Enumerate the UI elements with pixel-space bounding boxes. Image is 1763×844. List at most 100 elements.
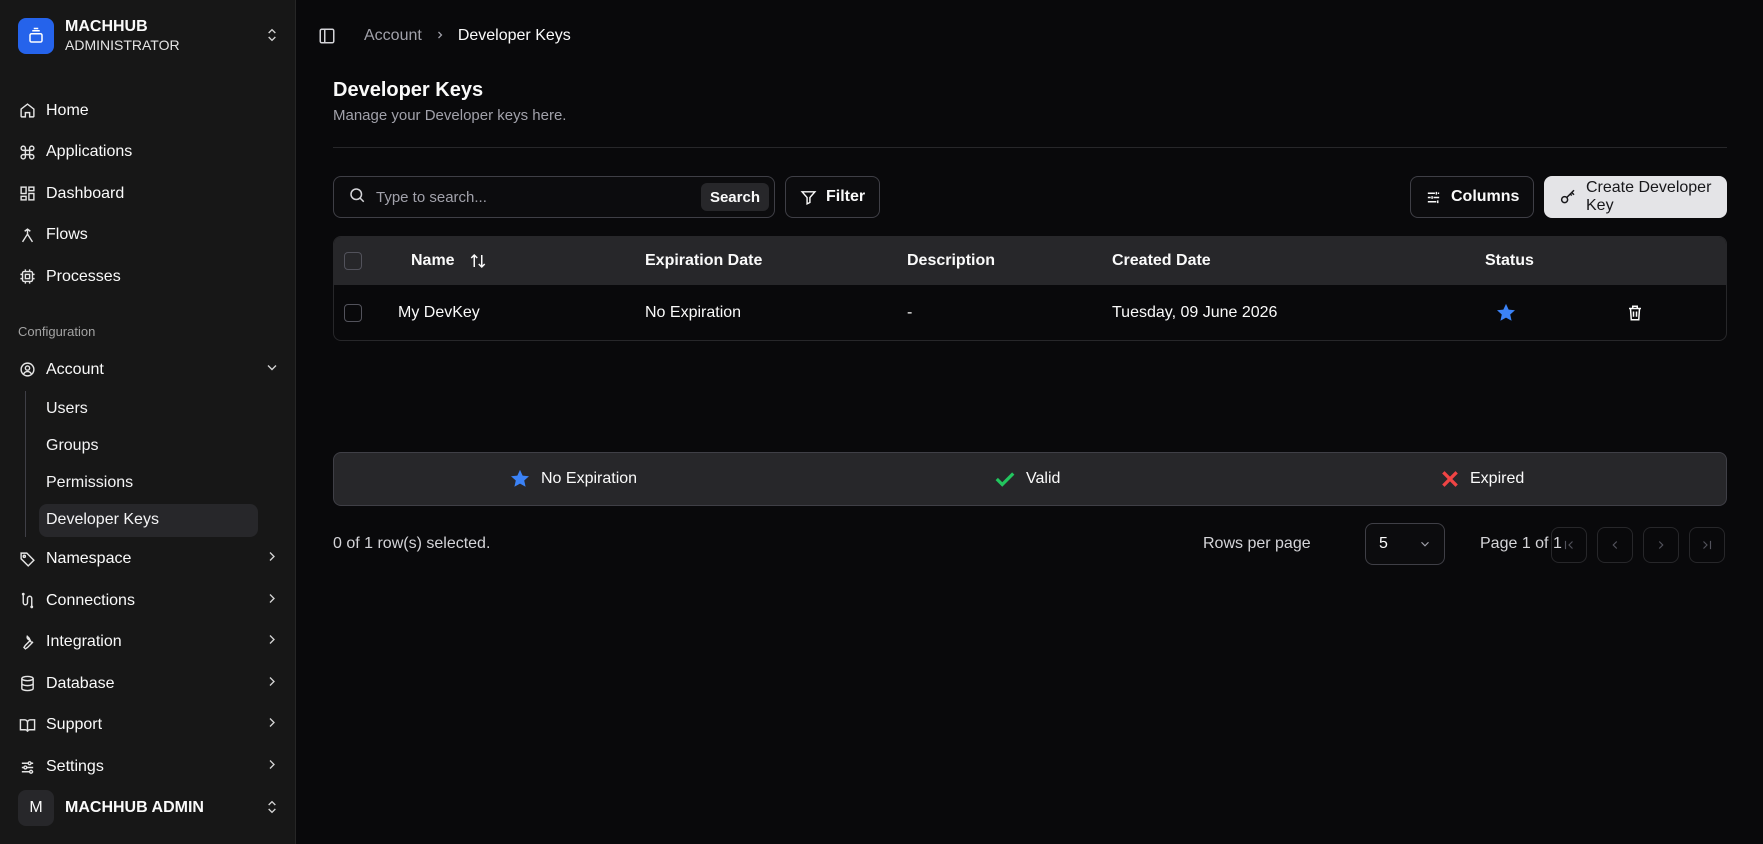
sidebar-toggle-icon[interactable] [318,27,336,45]
legend-valid: Valid [994,468,1060,490]
nav-item-label: Account [46,360,104,378]
column-status[interactable]: Status [1485,252,1534,270]
subnav-item-developer-keys[interactable]: Developer Keys [39,503,258,537]
wrench-icon [18,633,36,651]
chevrons-up-down-icon [264,799,280,820]
delete-trash-icon[interactable] [1626,304,1644,322]
user-menu[interactable]: M MACHHUB ADMIN [18,790,280,826]
check-icon [995,472,1015,487]
nav-item-label: Namespace [46,550,132,568]
brand-name: MACHHUB [65,18,148,35]
nav-item-label: Processes [46,267,121,285]
configuration-nav: Account Users Groups Permissions Develop… [18,349,280,776]
brand-role: ADMINISTRATOR [65,37,180,53]
x-icon [1442,471,1458,487]
database-icon [18,675,36,693]
row-created: Tuesday, 09 June 2026 [1112,303,1278,321]
subnav-item-users[interactable]: Users [39,391,280,428]
next-page-button[interactable] [1643,527,1679,563]
toolbar: Search Filter Columns Create Developer K… [333,176,1727,218]
nav-item-namespace[interactable]: Namespace [18,539,280,581]
search-box: Search [333,176,775,218]
column-created-date[interactable]: Created Date [1112,252,1211,270]
nav-item-dashboard[interactable]: Dashboard [18,173,280,215]
status-star-icon [1495,302,1517,324]
nav-item-flows[interactable]: Flows [18,215,280,257]
nav-item-label: Connections [46,591,135,609]
nav-item-database[interactable]: Database [18,663,280,705]
row-description: - [907,303,913,321]
last-page-button[interactable] [1689,527,1725,563]
divider [333,147,1727,148]
nav-item-label: Database [46,674,115,692]
nav-item-label: Integration [46,633,122,651]
nav-item-support[interactable]: Support [18,705,280,747]
breadcrumb-account[interactable]: Account [364,27,422,45]
row-name: My DevKey [398,303,480,321]
nav-item-label: Flows [46,226,88,244]
table-row[interactable]: My DevKey No Expiration - Tuesday, 09 Ju… [334,285,1726,340]
page-info: Page 1 of 1 [1480,535,1562,552]
command-icon [18,143,36,161]
column-description[interactable]: Description [907,252,995,270]
page-title: Developer Keys [333,79,484,101]
topbar: Account Developer Keys [318,27,571,45]
columns-label: Columns [1451,188,1520,205]
column-name[interactable]: Name [411,252,487,270]
breadcrumb-separator-icon [434,28,446,44]
connections-icon [18,592,36,610]
filter-button[interactable]: Filter [785,176,881,218]
selection-count: 0 of 1 row(s) selected. [333,535,491,552]
page-header: Developer Keys Manage your Developer key… [333,77,1727,124]
app-root: MACHHUB ADMINISTRATOR Home Applications … [0,0,1763,844]
nav-item-processes[interactable]: Processes [18,256,280,298]
column-expiration-date[interactable]: Expiration Date [645,252,762,270]
nav-item-applications[interactable]: Applications [18,132,280,174]
select-all-wrap [344,252,362,270]
nav-item-label: Applications [46,143,133,161]
workspace-switcher[interactable]: MACHHUB ADMINISTRATOR [18,18,280,54]
chevron-down-icon [264,359,280,380]
select-all-checkbox[interactable] [344,252,362,270]
rows-per-page-label: Rows per page [1203,535,1311,552]
chevron-right-icon [264,632,280,653]
book-icon [18,716,36,734]
columns-button[interactable]: Columns [1410,176,1535,218]
nav-item-account[interactable]: Account [18,349,280,391]
dashboard-icon [18,185,36,203]
previous-page-button[interactable] [1597,527,1633,563]
chevron-right-icon [264,590,280,611]
subnav-item-groups[interactable]: Groups [39,428,280,465]
nav-item-connections[interactable]: Connections [18,580,280,622]
chevron-right-icon [1658,541,1664,549]
row-expiration: No Expiration [645,303,742,321]
filter-icon [800,189,817,206]
search-button[interactable]: Search [700,183,769,211]
chevron-right-icon [264,673,280,694]
rows-per-page-value: 5 [1379,535,1388,552]
rows-per-page-select[interactable]: 5 [1365,523,1445,565]
subnav-item-permissions[interactable]: Permissions [39,465,280,502]
main-nav: Home Applications Dashboard Flows Proces… [18,90,280,298]
search-icon [348,186,366,209]
settings-icon [18,758,36,776]
create-developer-key-button[interactable]: Create Developer Key [1544,176,1727,218]
first-page-button[interactable] [1551,527,1587,563]
section-label-configuration: Configuration [18,324,96,339]
nav-item-label: Settings [46,758,104,775]
nav-item-home[interactable]: Home [18,90,280,132]
user-circle-icon [18,361,36,379]
row-checkbox[interactable] [344,303,362,322]
developer-keys-table: Name Expiration Date Description Created… [333,236,1727,341]
nav-item-label: Support [46,716,103,734]
filter-label: Filter [826,188,866,205]
chevron-right-icon [264,757,280,777]
search-input[interactable] [376,188,676,206]
page-subtitle: Manage your Developer keys here. [333,107,567,124]
status-legend: No Expiration Valid Expired [333,452,1727,506]
chevrons-right-icon [1703,540,1712,550]
nav-item-integration[interactable]: Integration [18,622,280,664]
avatar: M [18,790,54,826]
legend-valid-label: Valid [1026,470,1061,487]
nav-item-settings[interactable]: Settings [18,746,280,776]
